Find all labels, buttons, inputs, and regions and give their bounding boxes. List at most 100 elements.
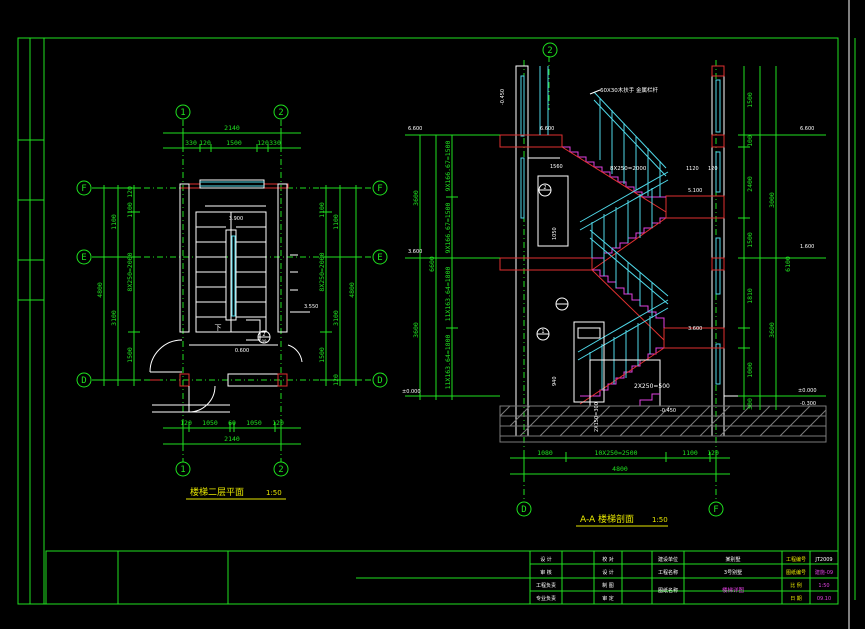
tb-cell: JT2009 — [814, 557, 832, 563]
level-mark: 3.600 — [688, 326, 702, 332]
dim-text: 1500 — [226, 139, 242, 147]
section-detail-bubbles: 2 1 — [536, 183, 569, 341]
axis-bubble-d-section: D — [516, 501, 532, 517]
tb-cell: 审 核 — [540, 569, 552, 576]
dim-text: 1050 — [202, 419, 218, 427]
dim-text: 10X250=2500 — [594, 449, 637, 457]
section-inner-labels: 6.600 1560 8X250=2000 1120 120 5.100 105… — [540, 126, 718, 432]
dim-text: 8X250=2000 — [126, 252, 134, 291]
dim-text: 120 — [180, 419, 192, 427]
tb-cell: 1:50 — [818, 583, 829, 589]
dim-text: 11X163.64=1800 — [444, 267, 452, 322]
dim-text: 1050 — [246, 419, 262, 427]
dim-text: 120 — [257, 139, 269, 147]
axis-bubble-2-top: 2 — [273, 104, 289, 120]
level-mark: 3.600 — [408, 249, 422, 255]
tb-cell: 楼梯详图 — [722, 586, 745, 594]
section-scale-text: 1:50 — [652, 516, 668, 524]
plan-level-right: 3.550 — [304, 304, 318, 310]
axis-label: 2 — [547, 46, 552, 56]
tb-cell: 工程编号 — [786, 556, 806, 563]
axis-bubble-d-left: D — [76, 372, 92, 388]
plan-title-text: 楼梯二层平面 — [190, 486, 244, 498]
axis-bubble-1-bottom: 1 — [175, 461, 191, 477]
axis-bubble-f-right: F — [372, 180, 388, 196]
dim-text: 1500 — [126, 347, 134, 363]
axis-label: 2 — [278, 108, 283, 118]
dim-text: 8X250=2000 — [318, 252, 326, 291]
level-mark: ±0.000 — [402, 389, 421, 395]
axis-bubble-2-section: 2 — [542, 42, 558, 58]
dim-text: 8X250=2000 — [610, 166, 647, 172]
plan-title: 楼梯二层平面 1:50 — [186, 486, 286, 500]
tb-cell: 设 计 — [602, 569, 614, 576]
axis-bubble-d-right: D — [372, 372, 388, 388]
level-mark: 6.600 — [800, 126, 814, 132]
cad-drawing: 1 2 1 2 F E D F E D 2140 330 120 1500 12… — [17, 0, 856, 629]
plan-scale-text: 1:50 — [266, 489, 282, 497]
dim-text: 6100 — [784, 256, 792, 272]
dim-text: 120 — [199, 139, 211, 147]
dim-text: 3000 — [768, 192, 776, 208]
axis-label: E — [377, 253, 382, 263]
dim-text: 2400 — [746, 176, 754, 192]
dim-text: 330 — [269, 139, 281, 147]
dim-text: 3100 — [332, 310, 340, 326]
section-ground — [499, 395, 827, 443]
plan-dims-left: 4800 1100 3100 8X250=2000 1100 1500 120 — [96, 185, 140, 386]
axis-bubble-1-top: 1 — [175, 104, 191, 120]
axis-bubble-2-bottom: 2 — [273, 461, 289, 477]
axis-label: D — [81, 376, 86, 386]
section-right-wall — [711, 65, 725, 437]
tb-cell: 工程负责 — [536, 582, 556, 589]
section-title-text: A-A 楼梯剖面 — [580, 513, 634, 525]
dim-text: 2140 — [224, 124, 240, 132]
dim-text: 1080 — [537, 449, 553, 457]
level-mark: -0.300 — [800, 401, 816, 407]
tb-cell: 日 期 — [790, 596, 802, 602]
axis-bubble-e-right: E — [372, 249, 388, 265]
axis-label: E — [81, 253, 86, 263]
tb-cell: 设 计 — [540, 556, 552, 563]
tb-cell: 某别墅 — [725, 556, 740, 563]
axis-label: F — [377, 184, 382, 194]
tb-cell: 09.10 — [817, 596, 831, 602]
detail-ref: 2 — [543, 185, 546, 191]
dim-text: 4800 — [96, 282, 104, 298]
dim-text: 9X166.67=1500 — [444, 140, 452, 191]
dim-text: 1500 — [746, 232, 754, 248]
tb-cell: 制 图 — [602, 582, 614, 589]
detail-ref: 2 — [262, 332, 265, 338]
dim-text: 3600 — [768, 322, 776, 338]
stair-plan: 1 2 1 2 F E D F E D 2140 330 120 1500 12… — [76, 104, 388, 500]
axis-bubble-f-left: F — [76, 180, 92, 196]
tb-cell: 3号别墅 — [724, 569, 742, 576]
title-block: 设 计 审 核 工程负责 专业负责 校 对 设 计 制 图 审 定 建设单位 工… — [45, 550, 839, 605]
dim-text: 120 — [332, 374, 340, 386]
dim-text: 1100 — [318, 202, 326, 218]
dim-text: 4800 — [348, 282, 356, 298]
tb-cell: 建设单位 — [658, 556, 678, 563]
axis-label: D — [521, 505, 526, 515]
dim-text: 6600 — [428, 256, 436, 272]
dim-text: 1810 — [746, 288, 754, 304]
level-mark: -0.450 — [660, 408, 676, 414]
dim-text: 2X150=300 — [594, 402, 600, 432]
plan-dims-bottom: 120 1050 60 1050 120 2140 — [163, 419, 301, 448]
plan-level-top: 3.900 — [229, 216, 243, 222]
tb-cell: 图纸编号 — [786, 569, 806, 576]
dim-text: 120 — [707, 449, 719, 457]
dim-text: 60 — [228, 419, 236, 427]
section-dims-bottom: 1080 10X250=2500 1100 120 4800 — [510, 449, 730, 480]
axis-label: 1 — [180, 108, 185, 118]
dim-text: 3600 — [412, 322, 420, 338]
axis-label: 2 — [278, 465, 283, 475]
axis-label: D — [377, 376, 382, 386]
section-dims-right: 1500 100 2400 1500 1810 1000 300 3000 36… — [738, 66, 826, 410]
dim-text: 1100 — [126, 202, 134, 218]
dim-text: 4800 — [612, 465, 628, 473]
tb-cell: 图纸名称 — [658, 587, 678, 594]
axis-label: 1 — [180, 465, 185, 475]
dim-text: 2X250=500 — [634, 383, 670, 390]
plan-direction-mark: 下 — [215, 324, 222, 332]
